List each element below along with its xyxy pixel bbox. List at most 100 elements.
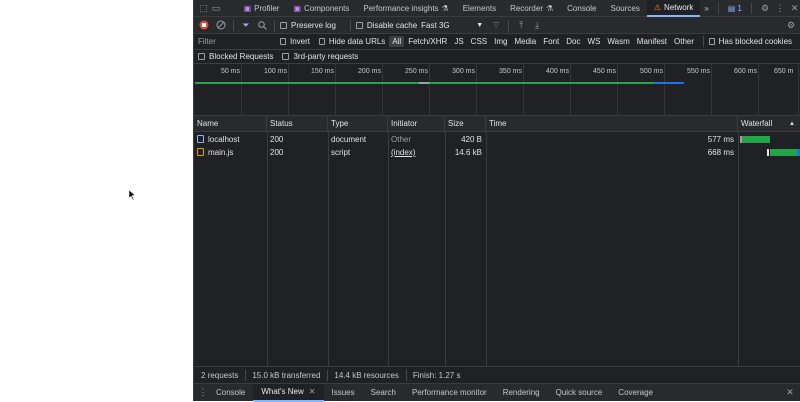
devtools-tab-bar: ⬚ ▭ ▣ Profiler ▣ Components Performance in… bbox=[194, 0, 800, 17]
column-divider bbox=[445, 132, 446, 366]
divider bbox=[327, 369, 329, 381]
type-filter-font[interactable]: Font bbox=[540, 36, 562, 47]
drawer-tab-search[interactable]: Search bbox=[363, 384, 404, 402]
device-toolbar-icon[interactable]: ▭ bbox=[210, 1, 223, 15]
divider bbox=[349, 19, 351, 31]
record-stop-icon[interactable] bbox=[197, 18, 211, 32]
request-name: main.js bbox=[194, 146, 267, 159]
type-filter-doc[interactable]: Doc bbox=[563, 36, 583, 47]
clear-icon[interactable] bbox=[214, 18, 228, 32]
drawer-menu-icon[interactable]: ⋮ bbox=[198, 386, 208, 400]
network-conditions-icon[interactable]: ⌔ bbox=[489, 18, 503, 32]
throttling-select[interactable]: Fast 3G ▼ bbox=[421, 21, 483, 30]
table-row[interactable]: localhost 200 document Other 420 B 577 m… bbox=[194, 133, 800, 146]
network-settings-gear-icon[interactable]: ⚙ bbox=[784, 18, 798, 32]
type-filter-manifest[interactable]: Manifest bbox=[634, 36, 670, 47]
request-type: document bbox=[331, 135, 367, 144]
gridline bbox=[711, 64, 712, 116]
drawer-tab-quick-source[interactable]: Quick source bbox=[548, 384, 611, 402]
flask-icon: ⚗ bbox=[545, 3, 554, 13]
column-header-name[interactable]: Name bbox=[194, 116, 267, 132]
requests-table: Name Status Type Initiator Size Time Wat… bbox=[194, 116, 800, 366]
disable-cache-checkbox[interactable] bbox=[355, 21, 363, 29]
drawer-tab-bar: ⋮ Console What's New ✕ Issues Search Perf… bbox=[194, 383, 800, 402]
network-toolbar: ⏷ Preserve log Disable cache Fast 3G ▼ ⌔ … bbox=[194, 17, 800, 34]
search-icon[interactable] bbox=[255, 18, 269, 32]
filter-input[interactable]: Filter bbox=[198, 37, 280, 46]
tab-sources[interactable]: Sources bbox=[604, 0, 647, 17]
request-type: script bbox=[331, 148, 351, 157]
gridline bbox=[476, 64, 477, 116]
table-row[interactable]: main.js 200 script (index) 14.6 kB 668 m… bbox=[194, 146, 800, 159]
blocked-requests-checkbox[interactable] bbox=[198, 53, 205, 60]
column-header-waterfall[interactable]: Waterfall ▲ bbox=[738, 116, 800, 132]
overview-bar-main-js-download bbox=[654, 82, 684, 84]
type-filter-other[interactable]: Other bbox=[671, 36, 697, 47]
third-party-requests-checkbox[interactable] bbox=[282, 53, 290, 60]
drawer-tab-performance-monitor[interactable]: Performance monitor bbox=[404, 384, 495, 402]
gridline bbox=[758, 64, 759, 116]
request-initiator-link[interactable]: (index) bbox=[388, 146, 445, 159]
timeline-tick: 250 ms bbox=[405, 68, 428, 75]
request-time: 577 ms bbox=[707, 135, 734, 144]
react-icon: ▣ bbox=[243, 3, 252, 13]
type-filter-img[interactable]: Img bbox=[491, 36, 510, 47]
kebab-menu-icon[interactable]: ⋮ bbox=[773, 1, 786, 15]
request-count: 2 requests bbox=[201, 370, 239, 380]
type-filter-fetch-xhr[interactable]: Fetch/XHR bbox=[405, 36, 450, 47]
tab-elements[interactable]: Elements bbox=[456, 0, 503, 17]
column-header-status[interactable]: Status bbox=[267, 116, 328, 132]
divider bbox=[717, 2, 719, 14]
type-filter-media[interactable]: Media bbox=[511, 36, 539, 47]
devtools-panel: ⬚ ▭ ▣ Profiler ▣ Components Performance in… bbox=[193, 0, 800, 402]
issues-counter[interactable]: ▤ 1 bbox=[724, 0, 746, 17]
third-party-requests-label: 3rd-party requests bbox=[293, 52, 359, 61]
divider bbox=[508, 19, 510, 31]
invert-label: Invert bbox=[289, 37, 310, 46]
blocked-requests-label: Blocked Requests bbox=[209, 52, 274, 61]
document-icon bbox=[197, 135, 204, 143]
hide-data-urls-checkbox[interactable] bbox=[318, 38, 325, 45]
invert-checkbox[interactable] bbox=[280, 38, 286, 45]
settings-gear-icon[interactable]: ⚙ bbox=[759, 1, 772, 15]
close-drawer-icon[interactable]: ✕ bbox=[783, 386, 797, 400]
close-icon[interactable]: ✕ bbox=[788, 1, 800, 15]
tab-recorder[interactable]: Recorder ⚗ bbox=[503, 0, 560, 17]
import-har-icon[interactable]: ⤒ bbox=[514, 18, 528, 32]
preserve-log-checkbox[interactable] bbox=[280, 21, 287, 29]
request-name: localhost bbox=[194, 133, 267, 146]
drawer-tab-console[interactable]: Console bbox=[208, 384, 253, 402]
divider bbox=[703, 36, 704, 47]
gridline bbox=[664, 64, 665, 116]
drawer-tab-issues[interactable]: Issues bbox=[324, 384, 363, 402]
tab-performance-insights[interactable]: Performance insights ⚗ bbox=[356, 0, 455, 17]
waterfall-bar bbox=[742, 136, 770, 143]
has-blocked-cookies-checkbox[interactable] bbox=[708, 38, 715, 45]
more-tabs-icon[interactable]: » bbox=[700, 0, 712, 17]
export-har-icon[interactable]: ⤓ bbox=[530, 18, 544, 32]
column-header-type[interactable]: Type bbox=[328, 116, 388, 132]
tab-profiler[interactable]: ▣ Profiler bbox=[237, 0, 287, 17]
type-filter-css[interactable]: CSS bbox=[468, 36, 490, 47]
type-filter-js[interactable]: JS bbox=[451, 36, 466, 47]
column-header-initiator[interactable]: Initiator bbox=[388, 116, 445, 132]
tab-network[interactable]: ⚠ Network bbox=[646, 0, 701, 17]
column-divider bbox=[486, 132, 487, 366]
drawer-tab-rendering[interactable]: Rendering bbox=[495, 384, 548, 402]
column-header-time[interactable]: Time bbox=[486, 116, 738, 132]
tab-console[interactable]: Console bbox=[560, 0, 603, 17]
drawer-tab-coverage[interactable]: Coverage bbox=[610, 384, 661, 402]
column-header-size[interactable]: Size bbox=[445, 116, 486, 132]
tab-components[interactable]: ▣ Components bbox=[286, 0, 356, 17]
type-filter-wasm[interactable]: Wasm bbox=[604, 36, 632, 47]
inspect-element-icon[interactable]: ⬚ bbox=[197, 1, 210, 15]
type-filter-all[interactable]: All bbox=[389, 36, 405, 47]
timeline-tick: 200 ms bbox=[358, 68, 381, 75]
column-divider bbox=[738, 132, 739, 366]
network-overview-timeline[interactable]: 50 ms 100 ms 150 ms 200 ms 250 ms 300 ms… bbox=[194, 64, 800, 116]
type-filter-ws[interactable]: WS bbox=[585, 36, 604, 47]
drawer-tab-whats-new[interactable]: What's New ✕ bbox=[253, 383, 324, 402]
filter-icon[interactable]: ⏷ bbox=[239, 18, 253, 32]
timeline-tick: 600 ms bbox=[734, 68, 757, 75]
close-tab-icon[interactable]: ✕ bbox=[309, 387, 316, 396]
